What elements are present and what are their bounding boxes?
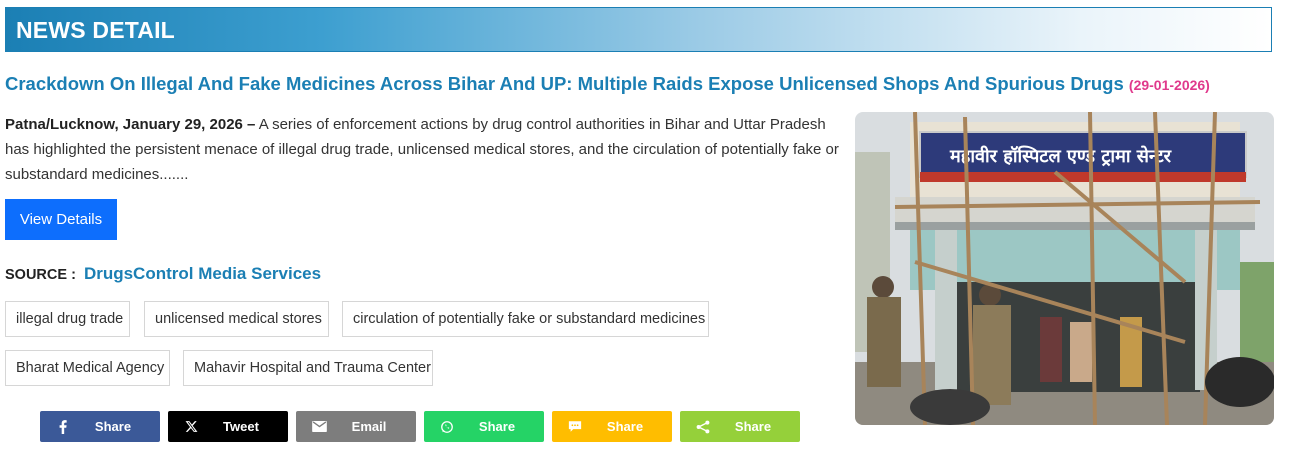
whatsapp-share-button[interactable]: Share <box>424 411 544 442</box>
tag-item[interactable]: unlicensed medical stores <box>144 301 329 337</box>
tag-item[interactable]: Bharat Medical Agency <box>5 350 170 386</box>
source-label: SOURCE : <box>5 267 76 283</box>
email-icon <box>296 421 342 432</box>
sharethis-share-button[interactable]: Share <box>680 411 800 442</box>
view-details-button[interactable]: View Details <box>5 199 117 240</box>
article-dateline: Patna/Lucknow, January 29, 2026 – <box>5 116 256 133</box>
whatsapp-label: Share <box>478 419 516 434</box>
email-label: Email <box>351 419 387 434</box>
article-headline[interactable]: Crackdown On Illegal And Fake Medicines … <box>5 73 1285 95</box>
article-summary: Patna/Lucknow, January 29, 2026 – A seri… <box>5 112 840 187</box>
tag-item[interactable]: illegal drug trade <box>5 301 130 337</box>
sms-share-button[interactable]: Share <box>552 411 672 442</box>
news-photo: महावीर हॉस्पिटल एण्ड ट्रामा सेन्टर <box>855 112 1274 425</box>
source-line: SOURCE : DrugsControl Media Services <box>5 264 321 284</box>
email-share-button[interactable]: Email <box>296 411 416 442</box>
twitter-share-button[interactable]: Tweet <box>168 411 288 442</box>
sms-label: Share <box>606 419 644 434</box>
x-icon <box>168 420 214 433</box>
section-title: NEWS DETAIL <box>16 17 175 43</box>
whatsapp-icon <box>424 420 470 434</box>
tag-item[interactable]: circulation of potentially fake or subst… <box>342 301 709 337</box>
news-detail-header: NEWS DETAIL <box>5 7 1272 52</box>
signboard-text: महावीर हॉस्पिटल एण्ड ट्रामा सेन्टर <box>949 145 1172 167</box>
sms-icon <box>552 420 598 433</box>
article-date: (29-01-2026) <box>1128 77 1210 93</box>
facebook-share-button[interactable]: Share <box>40 411 160 442</box>
sharethis-icon <box>680 420 726 434</box>
tweet-label: Tweet <box>223 419 259 434</box>
source-link[interactable]: DrugsControl Media Services <box>84 264 321 283</box>
share-label: Share <box>734 419 772 434</box>
article-title[interactable]: Crackdown On Illegal And Fake Medicines … <box>5 73 1124 94</box>
share-label: Share <box>94 419 132 434</box>
facebook-icon <box>40 419 86 434</box>
tag-item[interactable]: Mahavir Hospital and Trauma Center <box>183 350 433 386</box>
